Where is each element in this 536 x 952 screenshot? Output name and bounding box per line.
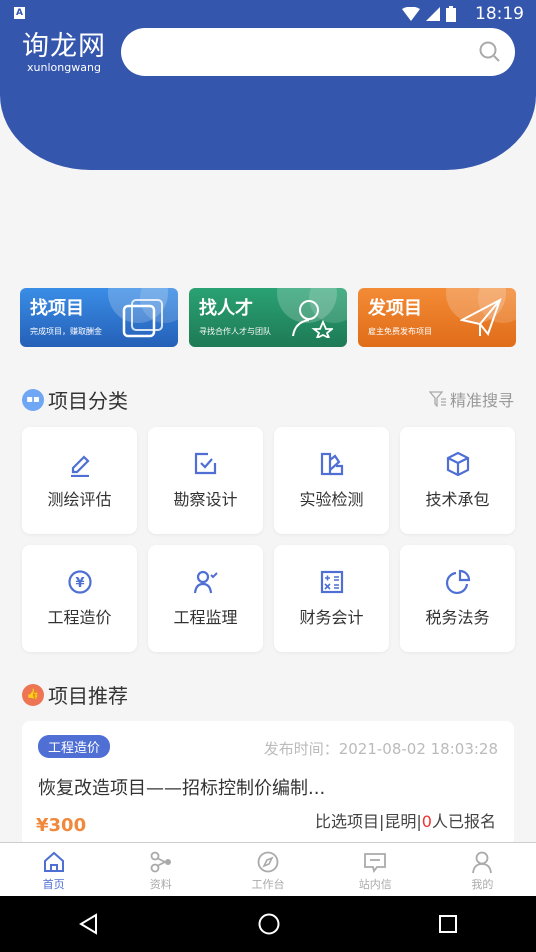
checkbox-icon [194, 452, 216, 475]
user-check-icon [193, 570, 218, 594]
compass-icon [257, 851, 279, 873]
category-item[interactable]: 技术承包 [400, 427, 515, 534]
user-star-icon [292, 300, 333, 338]
yen-icon: ¥ [67, 570, 92, 594]
category-badge: 工程造价 [38, 735, 111, 758]
calculator-icon [320, 570, 343, 594]
grid-icon: ▪▪ [22, 388, 44, 411]
pencil-icon [70, 455, 90, 477]
wifi-icon [402, 7, 420, 21]
filter-icon [428, 391, 446, 407]
project-card[interactable]: 工程造价 发布时间：2021-08-02 18:03:28 恢复改造项目——招标… [22, 721, 514, 846]
user-icon [472, 851, 493, 873]
section-categories: ▪▪ 项目分类 [22, 385, 128, 414]
category-item[interactable]: 税务法务 [400, 545, 515, 652]
category-item[interactable]: ¥ 工程造价 [22, 545, 137, 652]
recents-icon[interactable] [438, 914, 458, 934]
section-recommend: 👍 项目推荐 [22, 680, 128, 709]
project-meta: 比选项目|昆明|0人已报名 [314, 812, 496, 831]
notification-icon: A [14, 7, 25, 19]
svg-text:¥: ¥ [75, 576, 84, 591]
category-item[interactable]: 测绘评估 [22, 427, 137, 534]
project-title: 恢复改造项目——招标控制价编制... [38, 778, 326, 799]
paper-plane-icon [460, 298, 502, 337]
banner-find-project[interactable]: 找项目 完成项目，赚取酬金 [20, 288, 178, 347]
share-nodes-icon [150, 851, 171, 873]
section-title: 项目推荐 [48, 684, 128, 708]
logo: 询龙网 xunlongwang [22, 31, 106, 74]
banner-find-talent[interactable]: 找人才 寻找合作人才与团队 [189, 288, 347, 347]
category-item[interactable]: 勘察设计 [148, 427, 263, 534]
category-item[interactable]: 工程监理 [148, 545, 263, 652]
status-bar: A 18:19 [0, 0, 536, 28]
home-icon [43, 851, 64, 872]
cube-icon [446, 451, 469, 477]
tab-messages[interactable]: 站内信 [322, 843, 429, 896]
banner-post-project[interactable]: 发项目 雇主免费发布项目 [358, 288, 516, 347]
tab-workbench[interactable]: 工作台 [214, 843, 321, 896]
system-navigation-bar [0, 896, 536, 952]
clock: 18:19 [475, 4, 524, 24]
tab-materials[interactable]: 资料 [107, 843, 214, 896]
section-title: 项目分类 [48, 389, 128, 413]
palette-icon [320, 452, 343, 476]
tab-mine[interactable]: 我的 [429, 843, 536, 896]
project-price: ¥300 [36, 815, 87, 836]
category-item[interactable]: 财务会计 [274, 545, 389, 652]
signal-icon [426, 7, 440, 21]
documents-icon [122, 299, 163, 338]
back-icon[interactable] [78, 913, 100, 935]
search-icon[interactable] [479, 41, 501, 63]
search-input[interactable] [121, 28, 515, 76]
message-icon [364, 853, 387, 873]
thumbs-up-icon: 👍 [22, 683, 44, 706]
category-item[interactable]: 实验检测 [274, 427, 389, 534]
bottom-tab-bar: 首页 资料 工作台 站内信 我的 [0, 842, 536, 896]
battery-icon [446, 6, 456, 22]
publish-time: 发布时间：2021-08-02 18:03:28 [263, 740, 498, 758]
tab-home[interactable]: 首页 [0, 843, 107, 896]
precise-search-link[interactable]: 精准搜寻 [428, 387, 514, 411]
home-circle-icon[interactable] [257, 912, 281, 936]
pie-chart-icon [445, 569, 470, 595]
